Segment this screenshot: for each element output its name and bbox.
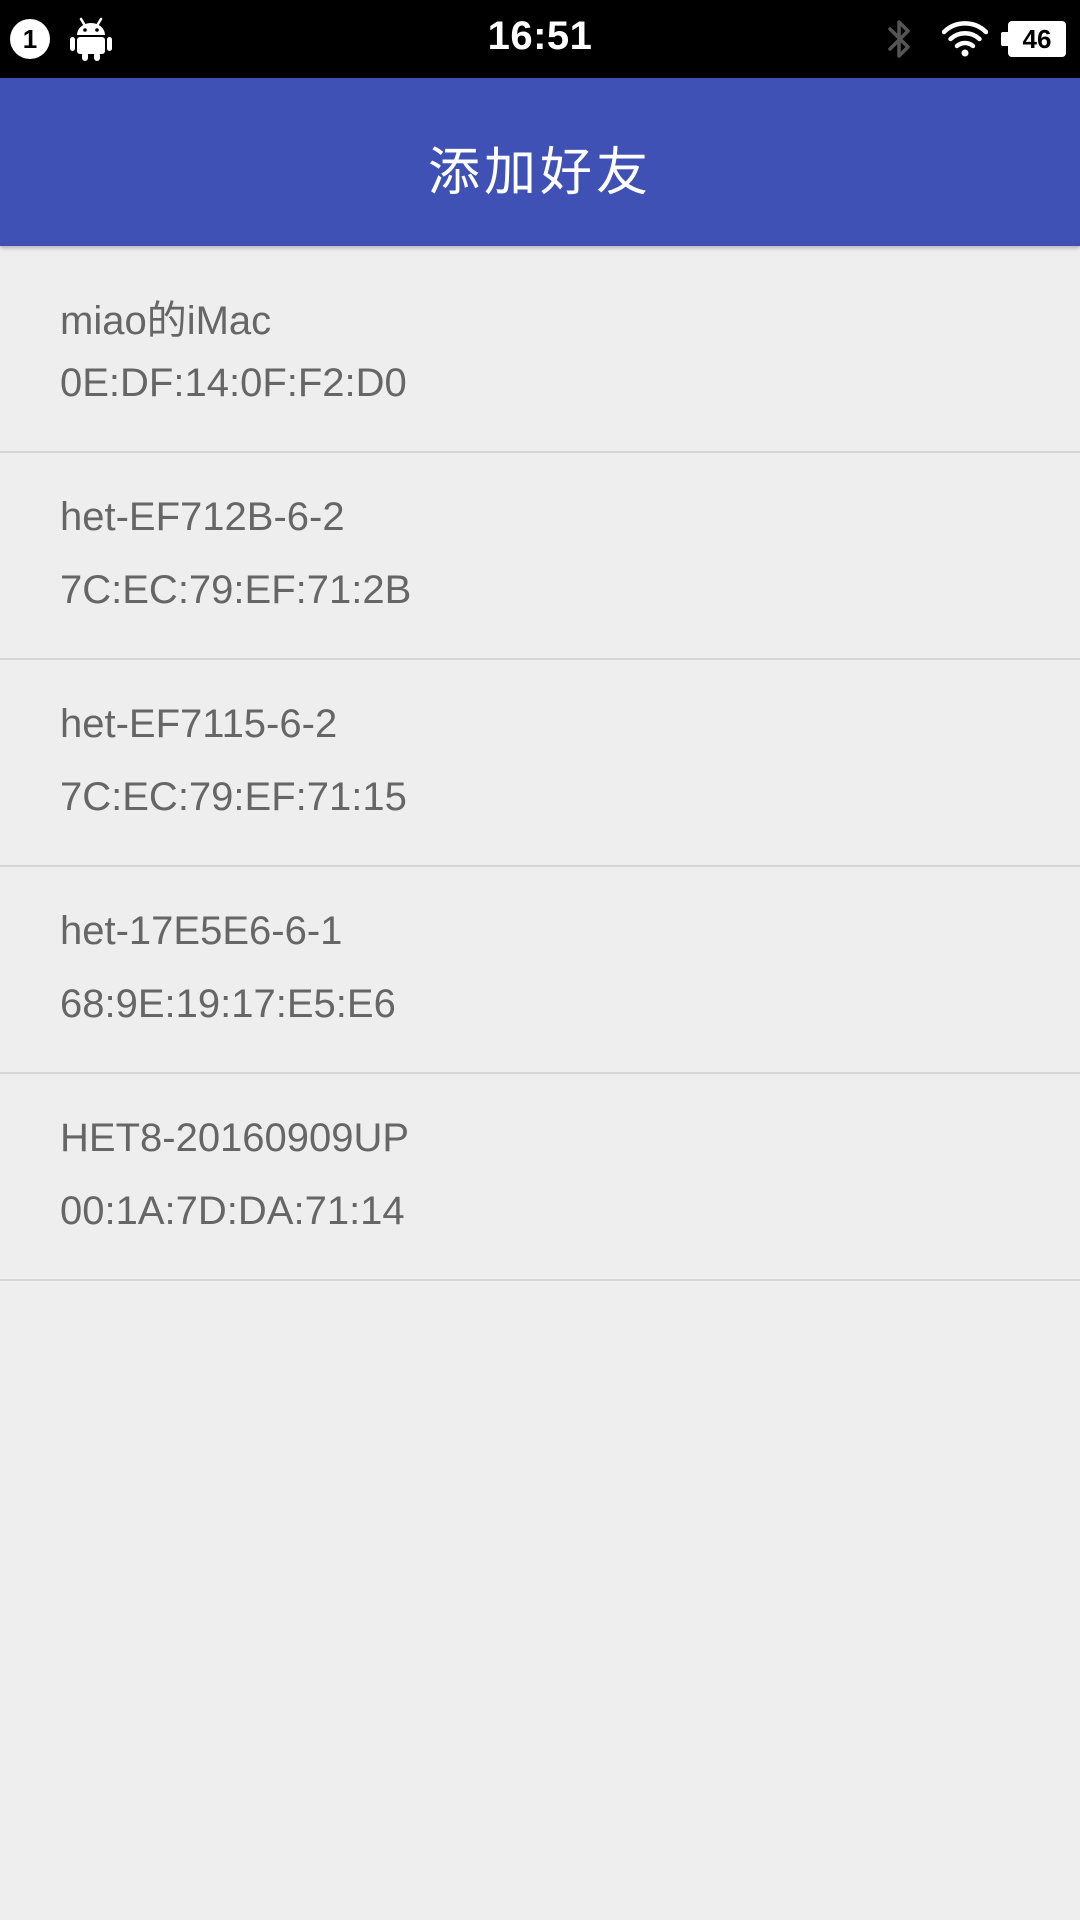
list-item[interactable]: miao的iMac 0E:DF:14:0F:F2:D0 — [0, 246, 1080, 453]
device-name: het-EF712B-6-2 — [60, 495, 345, 539]
device-mac-address: 68:9E:19:17:E5:E6 — [60, 982, 396, 1026]
device-mac-address: 0E:DF:14:0F:F2:D0 — [60, 361, 407, 405]
wifi-icon — [942, 21, 988, 57]
device-name: miao的iMac — [60, 299, 272, 343]
device-name: het-17E5E6-6-1 — [60, 909, 343, 953]
bluetooth-icon — [888, 20, 910, 58]
device-name: het-EF7115-6-2 — [60, 702, 338, 746]
battery-level: 46 — [1022, 23, 1052, 54]
list-item[interactable]: HET8-20160909UP 00:1A:7D:DA:71:14 — [0, 1074, 1080, 1281]
battery-icon: 46 — [1001, 21, 1066, 57]
device-list: miao的iMac 0E:DF:14:0F:F2:D0 het-EF712B-6… — [0, 246, 1080, 1281]
device-mac-address: 00:1A:7D:DA:71:14 — [60, 1189, 405, 1233]
list-item[interactable]: het-EF7115-6-2 7C:EC:79:EF:71:15 — [0, 660, 1080, 867]
status-bar: 1 16:51 46 — [0, 0, 1080, 78]
device-name: HET8-20160909UP — [60, 1116, 410, 1160]
status-right: 46 — [882, 16, 1066, 62]
device-mac-address: 7C:EC:79:EF:71:2B — [60, 568, 412, 612]
list-item[interactable]: het-EF712B-6-2 7C:EC:79:EF:71:2B — [0, 453, 1080, 660]
device-mac-address: 7C:EC:79:EF:71:15 — [60, 775, 407, 819]
page-title: 添加好友 — [427, 144, 652, 202]
list-item[interactable]: het-17E5E6-6-1 68:9E:19:17:E5:E6 — [0, 867, 1080, 1074]
app-bar: 添加好友 — [0, 78, 1080, 246]
